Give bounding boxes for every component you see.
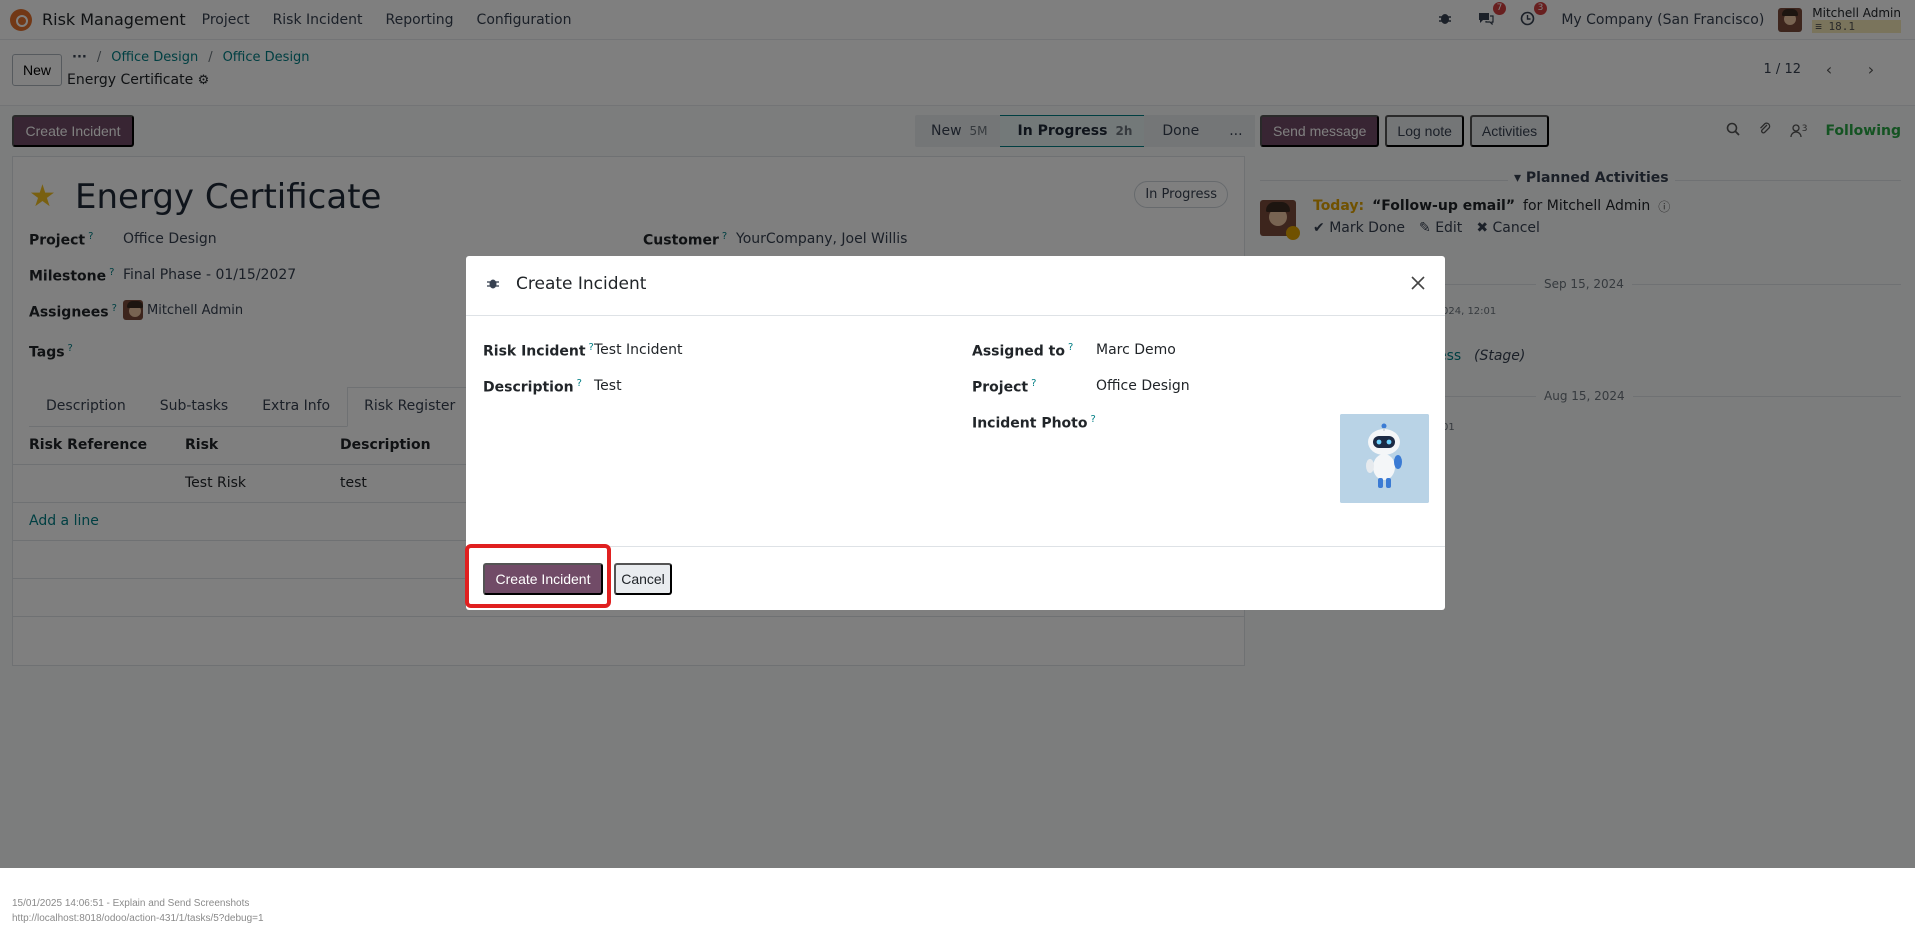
project-label-text: Project: [972, 379, 1029, 396]
help-icon[interactable]: ?: [1031, 378, 1036, 389]
highlight-annotation: [465, 544, 611, 608]
close-icon[interactable]: [1407, 272, 1429, 294]
project-input[interactable]: Office Design: [1096, 378, 1190, 394]
risk-incident-label: Risk Incident?: [483, 342, 594, 360]
assigned-to-input[interactable]: Marc Demo: [1096, 342, 1176, 358]
risk-incident-input[interactable]: Test Incident: [594, 342, 682, 358]
screenshot-footer: 15/01/2025 14:06:51 - Explain and Send S…: [0, 868, 1915, 936]
assigned-to-label: Assigned to?: [972, 342, 1073, 360]
help-icon[interactable]: ?: [577, 378, 582, 389]
help-icon[interactable]: ?: [1090, 414, 1095, 425]
footer-timestamp: 15/01/2025 14:06:51 - Explain and Send S…: [12, 898, 250, 909]
dialog-header: Create Incident: [466, 256, 1445, 316]
bug-icon: [486, 276, 500, 290]
help-icon[interactable]: ?: [1068, 342, 1073, 353]
assigned-to-label-text: Assigned to: [972, 343, 1065, 360]
description-label-text: Description: [483, 379, 574, 396]
cancel-button[interactable]: Cancel: [614, 563, 672, 595]
incident-photo[interactable]: [1340, 414, 1429, 503]
create-incident-dialog: Create Incident Risk Incident? Test Inci…: [466, 256, 1445, 610]
dialog-footer: Create Incident Cancel: [466, 546, 1445, 610]
dialog-title: Create Incident: [516, 274, 647, 294]
incident-photo-label-text: Incident Photo: [972, 415, 1088, 432]
description-input[interactable]: Test: [594, 378, 622, 394]
footer-url: http://localhost:8018/odoo/action-431/1/…: [12, 913, 264, 924]
risk-incident-label-text: Risk Incident: [483, 343, 586, 360]
description-label: Description?: [483, 378, 582, 396]
incident-photo-label: Incident Photo?: [972, 414, 1096, 432]
app-window: Risk Management Project Risk Incident Re…: [0, 0, 1915, 868]
project-label: Project?: [972, 378, 1036, 396]
dialog-body: Risk Incident? Test Incident Description…: [466, 316, 1445, 546]
robot-image: [1340, 414, 1429, 503]
